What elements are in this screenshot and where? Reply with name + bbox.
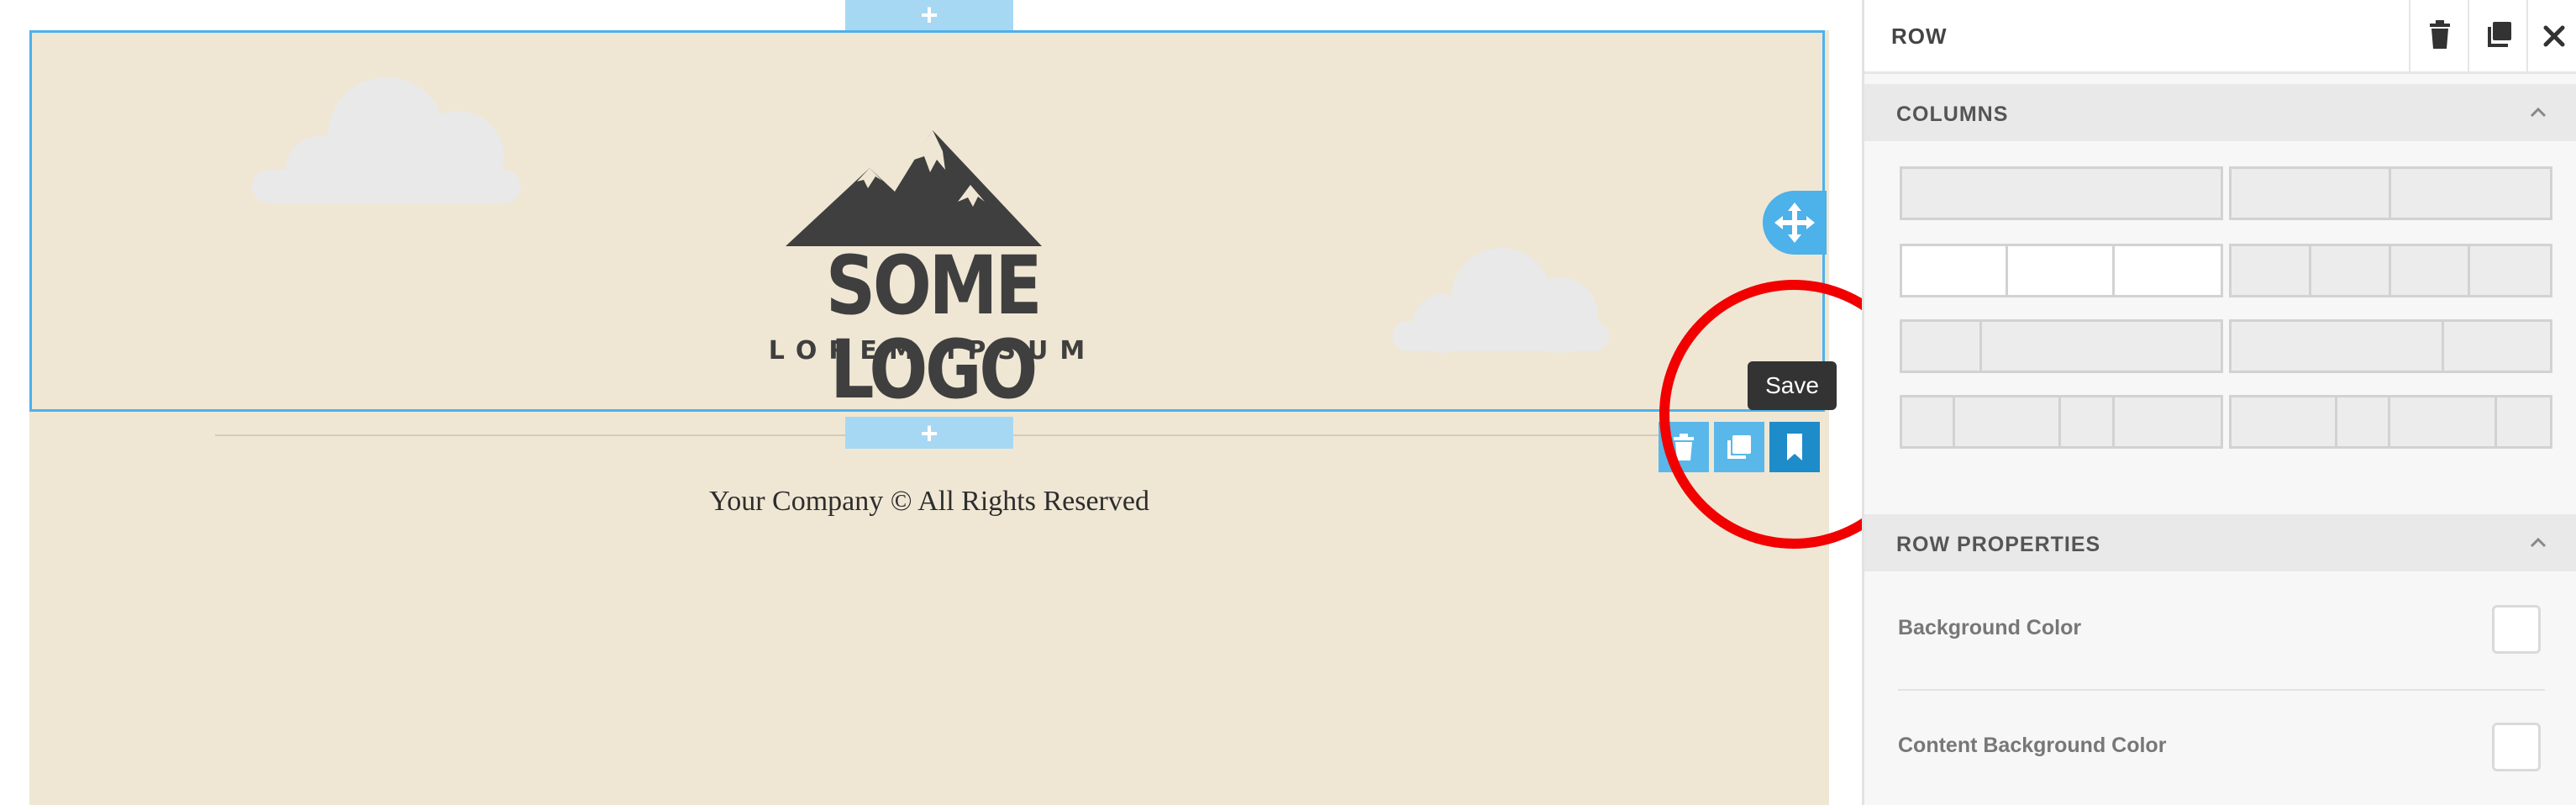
save-tooltip: Save — [1748, 361, 1837, 410]
column-cell — [1982, 322, 2221, 371]
column-cell — [2390, 397, 2497, 446]
column-cell — [1902, 246, 2009, 295]
column-cell — [2444, 322, 2550, 371]
column-cell — [2470, 246, 2550, 295]
cloud-left-image — [252, 77, 521, 203]
column-layout-option[interactable] — [1900, 395, 2223, 449]
column-layout-option[interactable] — [1900, 244, 2223, 297]
duplicate-icon — [1727, 435, 1751, 459]
column-cell — [2337, 397, 2391, 446]
move-icon — [1774, 203, 1815, 243]
column-cell — [2232, 169, 2391, 218]
column-cell — [2232, 322, 2444, 371]
add-row-below-button[interactable]: + — [845, 417, 1013, 450]
panel-close-button[interactable] — [2526, 0, 2576, 72]
columns-section-header[interactable]: COLUMNS — [1864, 84, 2576, 141]
close-icon — [2543, 25, 2565, 47]
bookmark-icon — [1787, 434, 1802, 460]
panel-duplicate-button[interactable] — [2468, 0, 2526, 72]
footer-copyright: Your Company © All Rights Reserved — [709, 486, 1149, 517]
column-layout-option[interactable] — [2229, 395, 2552, 449]
column-layout-option[interactable] — [1900, 319, 2223, 373]
panel-title: ROW — [1891, 24, 1948, 49]
chevron-up-icon — [2530, 107, 2547, 118]
trash-icon — [2430, 20, 2450, 49]
column-cell — [2061, 397, 2115, 446]
row-properties-section-header[interactable]: ROW PROPERTIES — [1864, 514, 2576, 571]
background-color-swatch[interactable] — [2492, 605, 2541, 654]
column-cell — [2232, 397, 2338, 446]
column-cell — [2497, 397, 2550, 446]
column-cell — [2114, 246, 2221, 295]
column-layout-option[interactable] — [1900, 166, 2223, 220]
column-cell — [1955, 397, 2062, 446]
column-cell — [2391, 246, 2471, 295]
duplicate-icon — [2488, 22, 2511, 47]
drag-row-handle[interactable] — [1763, 191, 1827, 255]
column-layout-option[interactable] — [2229, 319, 2552, 373]
save-row-button[interactable] — [1769, 422, 1820, 472]
column-cell — [2008, 246, 2115, 295]
column-layout-option[interactable] — [2229, 166, 2552, 220]
row-properties-section-title: ROW PROPERTIES — [1896, 533, 2101, 556]
column-cell — [2391, 169, 2551, 218]
column-cell — [1902, 397, 1956, 446]
column-cell — [2115, 397, 2221, 446]
row-settings-panel: ROW COLUMNS ROW PROPERTIES Background Co… — [1862, 0, 2576, 805]
trash-icon — [1674, 434, 1694, 460]
column-cell — [1902, 169, 2221, 218]
logo-subtitle: LOREM IPSUM — [768, 336, 1097, 366]
panel-header: ROW — [1864, 0, 2576, 74]
editor-canvas: + SOME LOGO LOREM IPSUM + Your Company ©… — [0, 0, 1928, 805]
duplicate-row-button[interactable] — [1714, 422, 1764, 472]
panel-delete-button[interactable] — [2409, 0, 2468, 72]
cloud-right-image — [1392, 248, 1609, 353]
chevron-up-icon — [2530, 537, 2547, 548]
content-background-color-label: Content Background Color — [1898, 734, 2167, 757]
delete-row-button[interactable] — [1659, 422, 1709, 472]
columns-section-title: COLUMNS — [1896, 103, 2009, 126]
logo-title: SOME LOGO — [825, 239, 1043, 417]
column-cell — [1902, 322, 1982, 371]
column-layout-option[interactable] — [2229, 244, 2552, 297]
property-divider — [1898, 689, 2545, 691]
column-cell — [2232, 246, 2311, 295]
column-cell — [2311, 246, 2391, 295]
content-background-color-swatch[interactable] — [2492, 723, 2541, 771]
add-row-above-button[interactable]: + — [845, 0, 1013, 30]
background-color-label: Background Color — [1898, 616, 2082, 639]
